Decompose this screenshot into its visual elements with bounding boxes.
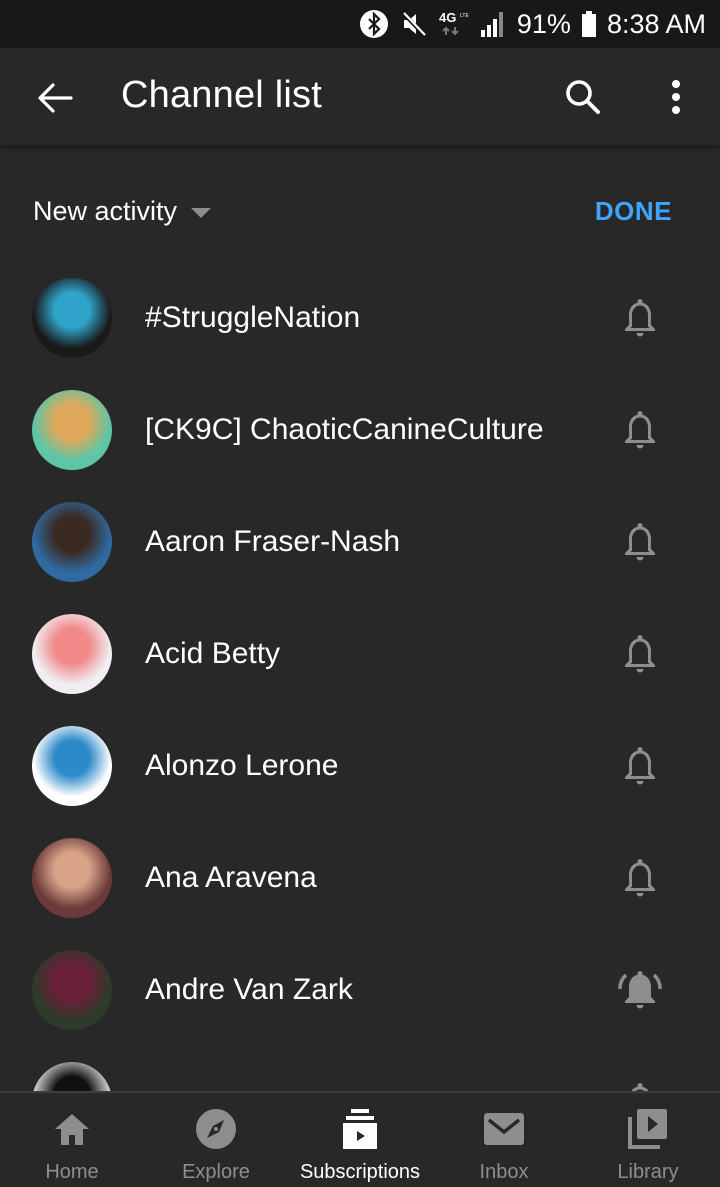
more-options-button[interactable] (656, 74, 696, 120)
home-icon (52, 1107, 92, 1151)
bell-outline-icon (621, 855, 659, 902)
nav-label: Explore (182, 1161, 250, 1183)
channel-row[interactable]: Alonzo Lerone (0, 710, 720, 822)
mute-icon (399, 9, 429, 39)
channel-row[interactable]: #StruggleNation (0, 262, 720, 374)
library-icon (627, 1107, 669, 1151)
channel-avatar[interactable] (32, 614, 112, 694)
done-button[interactable]: DONE (595, 196, 672, 227)
back-button[interactable] (30, 76, 80, 120)
bell-outline-icon (621, 1079, 659, 1091)
battery-icon (581, 9, 597, 39)
arrow-left-icon (38, 83, 73, 113)
sort-label: New activity (33, 196, 178, 226)
notification-bell-button[interactable] (614, 740, 666, 792)
channel-avatar[interactable] (32, 278, 112, 358)
channel-name: [CK9C] ChaoticCanineCulture (145, 413, 544, 446)
app-bar: Channel list (0, 48, 720, 145)
search-icon (566, 80, 600, 114)
nav-item-explore[interactable]: Explore (144, 1093, 288, 1187)
notification-bell-button[interactable] (614, 404, 666, 456)
nav-item-subscriptions[interactable]: Subscriptions (288, 1093, 432, 1187)
bell-outline-icon (621, 519, 659, 566)
bell-outline-icon (621, 407, 659, 454)
channel-avatar[interactable] (32, 726, 112, 806)
channel-avatar[interactable] (32, 838, 112, 918)
compass-icon (195, 1107, 237, 1151)
more-vert-icon (672, 80, 680, 114)
channel-list[interactable]: #StruggleNation [CK9C] ChaoticCanineCultu… (0, 262, 720, 1091)
channel-row[interactable]: Andre Van Zark (0, 934, 720, 1046)
sort-dropdown[interactable]: New activity (33, 196, 212, 227)
channel-row[interactable]: [CK9C] ChaoticCanineCulture (0, 374, 720, 486)
clock: 8:38 AM (606, 8, 706, 39)
signal-icon (480, 9, 507, 39)
channel-name: Aaron Fraser-Nash (145, 525, 401, 558)
nav-label: Library (617, 1161, 679, 1183)
channel-name: Ana Aravena (145, 861, 317, 894)
bluetooth-icon (359, 9, 389, 39)
channel-row[interactable]: Aaron Fraser-Nash (0, 486, 720, 598)
channel-avatar[interactable] (32, 950, 112, 1030)
channel-row[interactable]: Acid Betty (0, 598, 720, 710)
notification-bell-button[interactable] (614, 852, 666, 904)
channel-name: #StruggleNation (145, 301, 361, 334)
bell-outline-icon (621, 743, 659, 790)
filter-row: New activity DONE (0, 180, 720, 246)
status-bar: 4G LTE 91% 8:38 AM (0, 0, 720, 48)
svg-text:4G: 4G (439, 10, 456, 25)
notification-bell-button[interactable] (614, 628, 666, 680)
bell-ringing-icon (617, 967, 663, 1014)
nav-label: Home (45, 1161, 99, 1183)
channel-name: Andre Van Zark (145, 973, 353, 1006)
search-button[interactable] (560, 74, 606, 120)
caret-down-icon (191, 207, 212, 218)
bottom-nav: Home Explore Subscriptions Inbox Library (0, 1091, 720, 1187)
channel-avatar[interactable] (32, 390, 112, 470)
page-title: Channel list (121, 74, 322, 116)
notification-bell-button[interactable] (614, 964, 666, 1016)
nav-label: Subscriptions (299, 1161, 421, 1183)
bell-outline-icon (621, 295, 659, 342)
channel-avatar[interactable] (32, 1062, 112, 1091)
nav-item-library[interactable]: Library (576, 1093, 720, 1187)
nav-item-inbox[interactable]: Inbox (432, 1093, 576, 1187)
inbox-icon (483, 1107, 525, 1151)
svg-text:LTE: LTE (460, 13, 469, 19)
nav-label: Inbox (479, 1161, 529, 1183)
notification-bell-button[interactable] (614, 1076, 666, 1091)
bell-outline-icon (621, 631, 659, 678)
channel-name: Acid Betty (145, 637, 281, 670)
channel-row[interactable]: Ana Aravena (0, 822, 720, 934)
network-4g-icon: 4G LTE (439, 9, 471, 39)
subscriptions-icon (342, 1107, 378, 1151)
channel-avatar[interactable] (32, 502, 112, 582)
channel-name: Alonzo Lerone (145, 749, 339, 782)
notification-bell-button[interactable] (614, 516, 666, 568)
nav-item-home[interactable]: Home (0, 1093, 144, 1187)
notification-bell-button[interactable] (614, 292, 666, 344)
battery-percent: 91% (516, 8, 571, 39)
channel-row[interactable] (0, 1046, 720, 1091)
